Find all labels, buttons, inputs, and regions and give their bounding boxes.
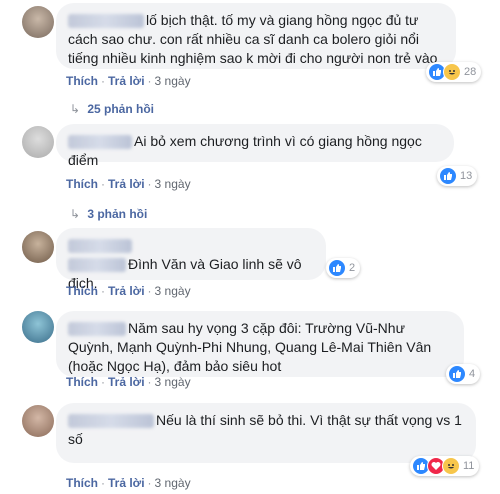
reaction-summary[interactable]: 11 <box>410 456 480 476</box>
comment-bubble: Ai bỏ xem chương trình vì có giang hồng … <box>56 124 454 168</box>
avatar[interactable] <box>22 6 54 38</box>
avatar[interactable] <box>22 231 54 263</box>
commenter-name[interactable] <box>68 14 144 29</box>
replies-count: 3 phản hồi <box>87 207 148 221</box>
reply-link[interactable]: Trả lời <box>108 74 145 88</box>
comment-actions: Thích · Trả lời · 3 ngày <box>66 375 191 389</box>
reaction-summary[interactable]: 28 <box>426 62 482 82</box>
like-link[interactable]: Thích <box>66 476 98 490</box>
reply-link[interactable]: Trả lời <box>108 375 145 389</box>
comment-bubble: Nếu là thí sinh sẽ bỏ thi. Vì thật sự th… <box>56 403 476 463</box>
timestamp[interactable]: 3 ngày <box>155 375 191 389</box>
commenter-name[interactable] <box>68 239 132 254</box>
reaction-count: 2 <box>349 262 356 274</box>
timestamp[interactable]: 3 ngày <box>155 476 191 490</box>
commenter-name[interactable] <box>68 414 154 429</box>
reply-arrow-icon: ↳ <box>70 102 81 116</box>
reaction-summary[interactable]: 2 <box>326 258 361 278</box>
comment-actions: Thích · Trả lời · 3 ngày <box>66 476 191 490</box>
reaction-count: 11 <box>463 460 475 472</box>
timestamp[interactable]: 3 ngày <box>155 74 191 88</box>
reply-link[interactable]: Trả lời <box>108 177 145 191</box>
timestamp[interactable]: 3 ngày <box>155 177 191 191</box>
reply-link[interactable]: Trả lời <box>108 476 145 490</box>
like-icon <box>439 167 457 185</box>
reaction-count: 13 <box>460 170 473 182</box>
like-icon <box>328 259 346 277</box>
comment-bubble: lố bịch thật. tố my và giang hồng ngọc đ… <box>56 3 456 69</box>
comment-bubble: Năm sau hy vọng 3 cặp đôi: Trường Vũ-Như… <box>56 311 464 377</box>
reaction-summary[interactable]: 4 <box>446 364 481 384</box>
like-link[interactable]: Thích <box>66 177 98 191</box>
like-link[interactable]: Thích <box>66 284 98 298</box>
commenter-name-2 <box>68 258 126 273</box>
reaction-count: 28 <box>464 66 477 78</box>
haha-icon <box>443 63 461 81</box>
comment-actions: Thích · Trả lời · 3 ngày <box>66 177 191 191</box>
comment-actions: Thích · Trả lời · 3 ngày <box>66 74 191 88</box>
avatar[interactable] <box>22 126 54 158</box>
like-icon <box>448 365 466 383</box>
commenter-name[interactable] <box>68 135 132 150</box>
reply-link[interactable]: Trả lời <box>108 284 145 298</box>
view-replies-link[interactable]: ↳ 25 phản hồi <box>70 102 154 116</box>
like-link[interactable]: Thích <box>66 74 98 88</box>
avatar[interactable] <box>22 311 54 343</box>
haha-icon <box>442 457 460 475</box>
like-link[interactable]: Thích <box>66 375 98 389</box>
reaction-count: 4 <box>469 368 476 380</box>
reaction-summary[interactable]: 13 <box>437 166 478 186</box>
avatar[interactable] <box>22 405 54 437</box>
replies-count: 25 phản hồi <box>87 102 155 116</box>
timestamp[interactable]: 3 ngày <box>155 284 191 298</box>
view-replies-link[interactable]: ↳ 3 phản hồi <box>70 207 147 221</box>
reply-arrow-icon: ↳ <box>70 207 81 221</box>
comment-actions: Thích · Trả lời · 3 ngày <box>66 284 191 298</box>
commenter-name[interactable] <box>68 322 126 337</box>
comment-bubble: Đình Văn và Giao linh sẽ vô địch. <box>56 228 326 291</box>
